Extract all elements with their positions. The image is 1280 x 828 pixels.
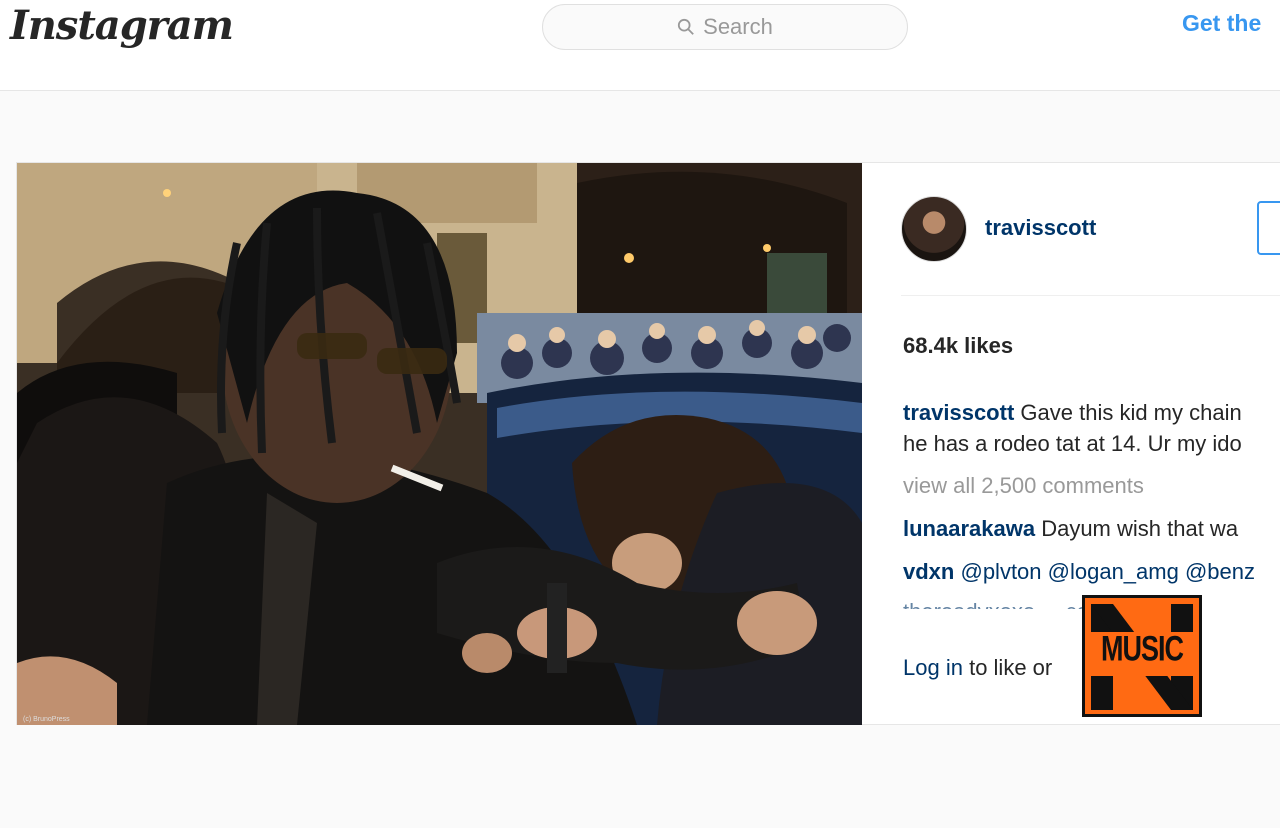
post-caption: travisscott Gave this kid my chain he ha… <box>903 397 1280 459</box>
top-navigation-bar: Instagram Search Get the <box>0 0 1280 91</box>
comment-text[interactable]: @plvton @logan_amg @benz <box>960 559 1255 584</box>
comment-text: Dayum wish that wa <box>1041 516 1239 541</box>
follow-button[interactable] <box>1257 201 1280 255</box>
get-the-app-link[interactable]: Get the <box>1182 10 1261 37</box>
instagram-logo[interactable]: Instagram <box>10 2 234 49</box>
post-side-panel: travisscott 68.4k likes travisscott Gave… <box>863 163 1280 725</box>
comment-item: lunaarakawa Dayum wish that wa <box>903 516 1280 542</box>
caption-line-1: Gave this kid my chain <box>1020 400 1242 425</box>
music-logo-badge: MUSIC <box>1082 595 1202 717</box>
header-divider <box>901 295 1280 296</box>
log-in-link[interactable]: Log in <box>903 655 963 680</box>
caption-line-2: he has a rodeo tat at 14. Ur my ido <box>903 431 1242 456</box>
login-prompt-text: to like or <box>969 655 1053 680</box>
post-photo-illustration <box>17 163 862 725</box>
search-icon <box>678 18 694 35</box>
music-label: MUSIC <box>1101 629 1184 669</box>
likes-count: 68.4k likes <box>903 333 1014 358</box>
search-placeholder: Search <box>703 14 773 39</box>
post-photo[interactable]: (c) BrunoPress <box>17 163 862 725</box>
post-username[interactable]: travisscott <box>985 215 1096 241</box>
comment-username[interactable]: lunaarakawa <box>903 516 1035 541</box>
login-prompt: Log in to like or <box>903 655 1052 681</box>
search-input[interactable]: Search <box>542 4 908 50</box>
comment-username[interactable]: vdxn <box>903 559 954 584</box>
avatar[interactable] <box>901 196 967 262</box>
photo-credit: (c) BrunoPress <box>23 716 70 723</box>
view-all-comments-link[interactable]: view all 2,500 comments <box>903 473 1144 499</box>
comment-item: vdxn @plvton @logan_amg @benz <box>903 559 1280 585</box>
caption-username[interactable]: travisscott <box>903 400 1014 425</box>
